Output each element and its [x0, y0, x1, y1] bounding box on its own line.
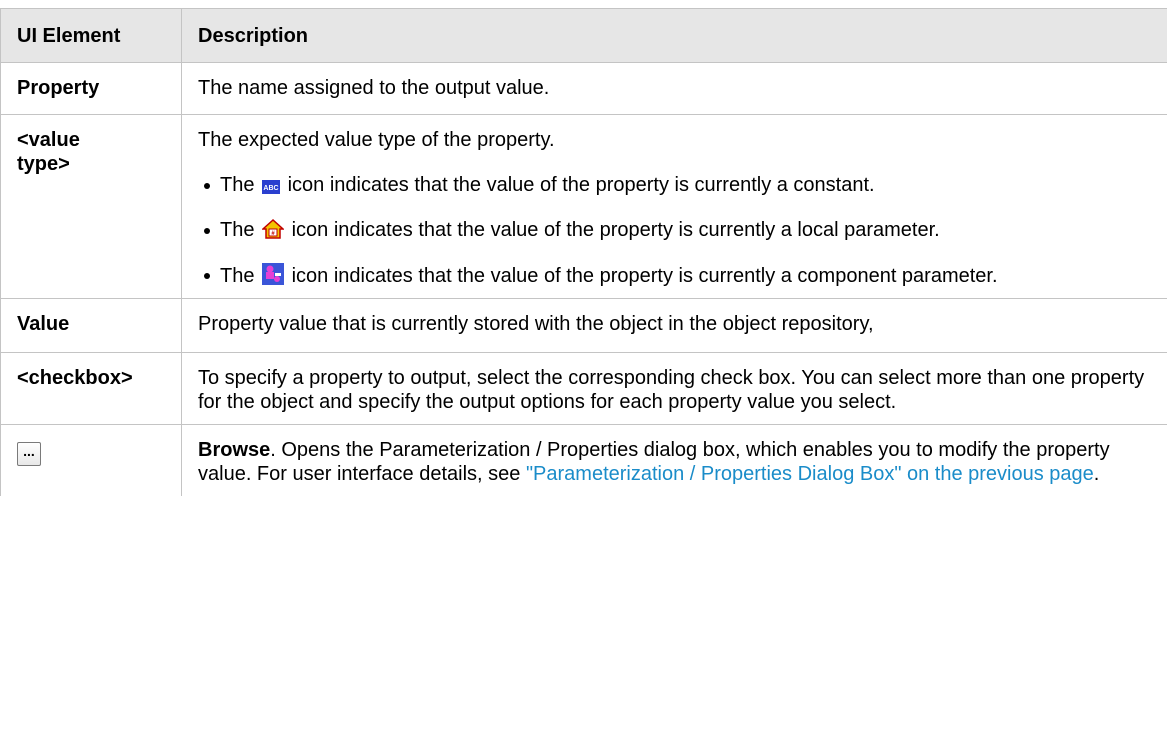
- bullet-icon: [204, 228, 210, 234]
- element-value-type-label: <value type>: [17, 129, 80, 175]
- header-ui-element: UI Element: [0, 8, 182, 63]
- value-type-bullet-list: The ABC icon indicates that the value of…: [198, 173, 1151, 288]
- home-local-parameter-icon: #: [262, 219, 285, 239]
- description-value-type: The expected value type of the property.…: [181, 114, 1167, 299]
- table-row: <checkbox> To specify a property to outp…: [0, 352, 1167, 425]
- ellipsis-button-icon[interactable]: ...: [17, 442, 41, 466]
- ui-elements-table: UI Element Description Property The name…: [0, 8, 1167, 496]
- svg-text:ABC: ABC: [263, 185, 278, 192]
- element-checkbox: <checkbox>: [0, 352, 182, 425]
- bullet-prefix: The: [220, 219, 255, 241]
- bullet-prefix: The: [220, 174, 255, 196]
- table-row: ... Browse. Opens the Parameterization /…: [0, 424, 1167, 496]
- element-property: Property: [0, 62, 182, 115]
- table-row: Value Property value that is currently s…: [0, 298, 1167, 353]
- abc-constant-icon: ABC: [262, 180, 281, 194]
- element-browse: ...: [0, 424, 182, 496]
- parameterization-dialog-link[interactable]: "Parameterization / Properties Dialog Bo…: [526, 463, 1094, 485]
- browse-label: Browse: [198, 439, 271, 461]
- table-row: Property The name assigned to the output…: [0, 62, 1167, 115]
- table-header-row: UI Element Description: [0, 8, 1167, 63]
- element-value: Value: [0, 298, 182, 353]
- bullet-text: icon indicates that the value of the pro…: [287, 174, 875, 196]
- bullet-text: icon indicates that the value of the pro…: [291, 265, 998, 287]
- list-item: The ABC icon indicates that the value of…: [198, 173, 1151, 197]
- browse-tail: .: [1093, 463, 1100, 485]
- list-item: The icon indicates that the value of the…: [198, 263, 1151, 288]
- table-row: <value type> The expected value type of …: [0, 114, 1167, 299]
- description-value: Property value that is currently stored …: [181, 298, 1167, 353]
- description-property: The name assigned to the output value.: [181, 62, 1167, 115]
- description-checkbox: To specify a property to output, select …: [181, 352, 1167, 425]
- header-description: Description: [181, 8, 1167, 63]
- list-item: The # icon indicates that the value of t…: [198, 218, 1151, 242]
- bullet-icon: [204, 273, 210, 279]
- component-parameter-icon: [262, 263, 285, 285]
- description-browse: Browse. Opens the Parameterization / Pro…: [181, 424, 1167, 496]
- bullet-text: icon indicates that the value of the pro…: [291, 219, 940, 241]
- value-type-intro: The expected value type of the property.: [198, 129, 555, 151]
- bullet-prefix: The: [220, 265, 255, 287]
- bullet-icon: [204, 183, 210, 189]
- element-value-type: <value type>: [0, 114, 182, 299]
